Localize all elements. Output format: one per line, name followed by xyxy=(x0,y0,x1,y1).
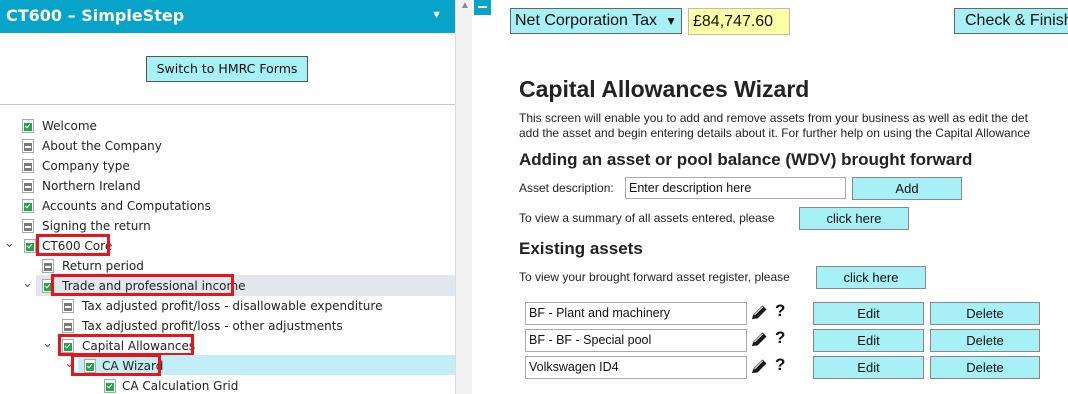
chevron-down-icon[interactable]: ▼ xyxy=(431,9,442,21)
tree-item[interactable]: Tax adjusted profit/loss - other adjustm… xyxy=(0,316,455,336)
delete-asset-button[interactable]: Delete xyxy=(930,356,1040,379)
help-question-icon[interactable]: ? xyxy=(775,355,785,375)
tree-item[interactable]: Signing the return xyxy=(0,216,455,236)
tree-item-label: About the Company xyxy=(42,139,162,153)
pencil-icon[interactable] xyxy=(750,332,768,348)
delete-asset-button[interactable]: Delete xyxy=(930,329,1040,352)
pencil-icon[interactable] xyxy=(750,305,768,321)
asset-description-input[interactable]: Enter description here xyxy=(625,177,846,199)
tree-item[interactable]: Company type xyxy=(0,156,455,176)
tree-item[interactable]: Welcome xyxy=(0,116,455,136)
asset-name-field[interactable]: BF - BF - Special pool xyxy=(525,329,747,352)
tax-type-select[interactable]: Net Corporation Tax ▼ xyxy=(510,8,682,34)
tree-item[interactable]: ⌄ CA Wizard xyxy=(0,356,455,376)
tree-item[interactable]: CA Calculation Grid xyxy=(0,376,455,394)
scroll-up-icon[interactable]: ▲ xyxy=(460,0,470,11)
tree-item-label: Welcome xyxy=(42,119,97,133)
view-register-button[interactable]: click here xyxy=(816,266,926,289)
incomplete-dash-icon xyxy=(62,319,74,333)
check-and-finish-button[interactable]: Check & Finish xyxy=(954,8,1068,34)
panel-title: CT600 – SimpleStep xyxy=(6,6,185,25)
page-title: Capital Allowances Wizard xyxy=(519,76,810,102)
intro-line-1: This screen will enable you to add and r… xyxy=(519,111,1028,125)
incomplete-dash-icon xyxy=(22,159,34,173)
divider xyxy=(0,104,455,105)
complete-check-icon xyxy=(22,199,34,213)
panel-header[interactable]: CT600 – SimpleStep ▼ xyxy=(0,0,455,33)
incomplete-dash-icon xyxy=(22,219,34,233)
tree-item[interactable]: Northern Ireland xyxy=(0,176,455,196)
help-question-icon[interactable]: ? xyxy=(775,328,785,348)
tree-item[interactable]: Accounts and Computations xyxy=(0,196,455,216)
highlight-annotation-box xyxy=(58,334,194,356)
edit-asset-button[interactable]: Edit xyxy=(813,329,924,352)
complete-check-icon xyxy=(24,239,36,253)
incomplete-dash-icon xyxy=(42,259,54,273)
asset-description-label: Asset description: xyxy=(519,181,614,195)
incomplete-dash-icon xyxy=(22,179,34,193)
highlight-annotation-box xyxy=(51,274,234,296)
asset-name-field[interactable]: BF - Plant and machinery xyxy=(525,302,747,325)
help-question-icon[interactable]: ? xyxy=(775,301,785,321)
collapse-panel-button[interactable] xyxy=(474,0,491,15)
tree-item-label: Company type xyxy=(42,159,130,173)
panel-splitter[interactable]: ▲ xyxy=(455,0,472,394)
edit-asset-button[interactable]: Edit xyxy=(813,356,924,379)
pencil-icon[interactable] xyxy=(750,359,768,375)
tree-item[interactable]: Tax adjusted profit/loss - disallowable … xyxy=(0,296,455,316)
intro-text: This screen will enable you to add and r… xyxy=(519,111,1030,141)
complete-check-icon xyxy=(22,119,34,133)
register-text: To view your brought forward asset regis… xyxy=(519,270,790,284)
add-asset-button[interactable]: Add xyxy=(852,177,962,200)
expand-chevron-icon[interactable]: ⌄ xyxy=(22,274,33,294)
tax-value-display: £84,747.60 xyxy=(688,8,790,35)
asset-name-field[interactable]: Volkswagen ID4 xyxy=(525,356,747,379)
tree-item-label: Return period xyxy=(62,259,144,273)
tree-item-label: Signing the return xyxy=(42,219,151,233)
dropdown-arrow-icon: ▼ xyxy=(665,14,677,28)
highlight-annotation-box xyxy=(36,234,110,256)
tax-type-value: Net Corporation Tax xyxy=(515,12,657,29)
existing-assets-heading: Existing assets xyxy=(519,239,643,258)
navigation-panel: CT600 – SimpleStep ▼ Switch to HMRC Form… xyxy=(0,0,455,394)
tree-item-label: Tax adjusted profit/loss - disallowable … xyxy=(82,299,383,313)
add-asset-heading: Adding an asset or pool balance (WDV) br… xyxy=(519,150,973,169)
tree-item-label: CA Calculation Grid xyxy=(122,379,239,393)
expand-chevron-icon[interactable]: ⌄ xyxy=(42,334,53,354)
highlight-annotation-box xyxy=(71,354,161,376)
delete-asset-button[interactable]: Delete xyxy=(930,302,1040,325)
incomplete-dash-icon xyxy=(22,139,34,153)
switch-to-hmrc-forms-button[interactable]: Switch to HMRC Forms xyxy=(146,56,308,82)
summary-text: To view a summary of all assets entered,… xyxy=(519,211,775,225)
tree-item-label: Accounts and Computations xyxy=(42,199,211,213)
complete-check-icon xyxy=(104,379,116,393)
tree-item[interactable]: About the Company xyxy=(0,136,455,156)
tree-item-label: Tax adjusted profit/loss - other adjustm… xyxy=(82,319,343,333)
expand-chevron-icon[interactable]: ⌄ xyxy=(4,234,15,254)
view-summary-button[interactable]: click here xyxy=(799,207,909,230)
intro-line-2: add the asset and begin entering details… xyxy=(519,126,1031,140)
incomplete-dash-icon xyxy=(62,299,74,313)
tree-item-label: Northern Ireland xyxy=(42,179,141,193)
edit-asset-button[interactable]: Edit xyxy=(813,302,924,325)
tree-item[interactable]: Return period xyxy=(0,256,455,276)
